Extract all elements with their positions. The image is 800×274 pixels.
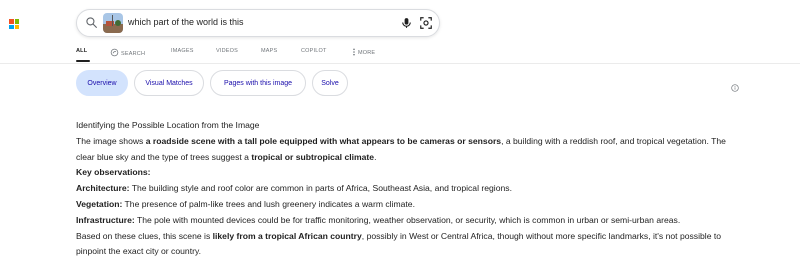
chip-label: Visual Matches [145, 79, 193, 87]
chip-overview[interactable]: Overview [76, 70, 128, 96]
logo-square-green [14, 19, 19, 24]
tab-active-indicator [76, 60, 90, 62]
tab-more[interactable]: MORE [352, 48, 375, 58]
text-run-bold: Key observations: [76, 167, 151, 178]
tab-label: SEARCH [121, 50, 146, 57]
logo-square-blue [9, 24, 14, 29]
observation-architecture: Architecture: The building style and roo… [76, 181, 736, 197]
observation-label: Infrastructure: [76, 214, 135, 225]
chip-label: Pages with this image [223, 79, 293, 87]
tab-label: VIDEOS [216, 48, 238, 54]
info-icon[interactable] [731, 79, 739, 97]
answer-content: Identifying the Possible Location from t… [76, 118, 736, 260]
tab-maps[interactable]: MAPS [261, 48, 277, 54]
text-run: Based on these clues, this scene is [76, 230, 213, 241]
query-image-thumbnail[interactable] [103, 13, 123, 33]
logo-square-red [9, 19, 14, 24]
observation-label: Architecture: [76, 183, 130, 194]
tab-all[interactable]: ALL [76, 48, 87, 54]
microphone-icon[interactable] [400, 16, 413, 35]
text-run: . [374, 151, 377, 162]
tab-images[interactable]: IMAGES [171, 48, 194, 54]
text-run-bold: tropical or subtropical climate [251, 151, 375, 162]
answer-paragraph-intro: The image shows a roadside scene with a … [76, 134, 736, 166]
microsoft-logo[interactable] [9, 19, 19, 29]
chip-label: Solve [321, 79, 339, 87]
tab-label: MAPS [261, 48, 278, 54]
chip-label: Overview [87, 79, 117, 87]
search-query-text[interactable]: which part of the world is this [128, 17, 244, 27]
observation-text: The pole with mounted devices could be f… [134, 214, 681, 225]
observation-vegetation: Vegetation: The presence of palm-like tr… [76, 197, 736, 213]
tab-label: COPILOT [301, 48, 327, 54]
tab-label: ALL [76, 48, 88, 54]
chip-pages-with-this-image[interactable]: Pages with this image [210, 70, 306, 96]
observation-label: Vegetation: [76, 198, 123, 209]
header-divider [0, 63, 800, 64]
answer-conclusion: Based on these clues, this scene is like… [76, 229, 736, 261]
chip-solve[interactable]: Solve [312, 70, 348, 96]
logo-square-yellow [14, 24, 19, 29]
observation-text: The building style and roof color are co… [129, 183, 512, 194]
answer-heading: Identifying the Possible Location from t… [76, 120, 260, 130]
search-icon[interactable] [85, 16, 98, 34]
tab-search[interactable]: SEARCH [110, 48, 145, 59]
search-box[interactable]: which part of the world is this [76, 9, 440, 37]
observation-text: The presence of palm-like trees and lush… [122, 198, 415, 209]
visual-search-icon[interactable] [419, 16, 433, 35]
copilot-search-icon [110, 48, 119, 59]
text-run-bold: likely from a tropical African country [212, 230, 362, 241]
tab-videos[interactable]: VIDEOS [216, 48, 238, 54]
chip-visual-matches[interactable]: Visual Matches [134, 70, 204, 96]
tab-label: IMAGES [171, 48, 194, 54]
text-run-bold: a roadside scene with a tall pole equipp… [145, 135, 502, 146]
text-run: The image shows [76, 135, 146, 146]
key-observations-heading: Key observations: [76, 165, 736, 181]
tab-copilot[interactable]: COPILOT [301, 48, 327, 54]
more-vertical-icon [352, 48, 356, 58]
observation-infrastructure: Infrastructure: The pole with mounted de… [76, 213, 736, 229]
tab-label: MORE [358, 50, 376, 56]
